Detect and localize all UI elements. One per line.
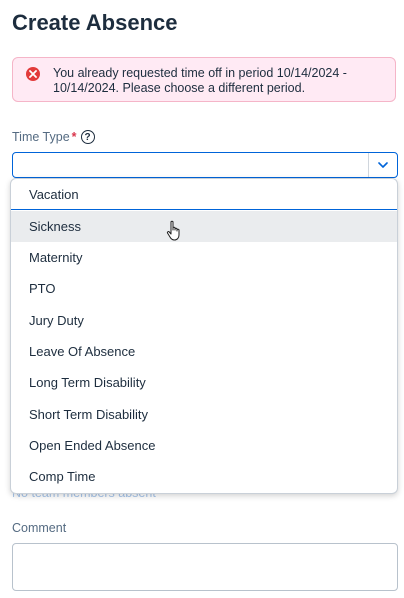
option-pto[interactable]: PTO bbox=[11, 273, 397, 304]
chevron-down-icon bbox=[378, 162, 388, 168]
time-type-select[interactable] bbox=[12, 152, 398, 178]
error-message-strip: You already requested time off in period… bbox=[12, 57, 396, 102]
option-open-ended-absence[interactable]: Open Ended Absence bbox=[11, 430, 397, 461]
option-maternity[interactable]: Maternity bbox=[11, 242, 397, 273]
option-vacation[interactable]: Vacation bbox=[11, 179, 397, 210]
hand-pointer-cursor-icon bbox=[166, 220, 180, 241]
option-jury-duty[interactable]: Jury Duty bbox=[11, 305, 397, 336]
time-type-dropdown-list: Vacation Sickness Maternity PTO Jury Dut… bbox=[10, 178, 398, 494]
time-type-label-text: Time Type bbox=[12, 130, 70, 144]
time-type-label: Time Type * ? bbox=[12, 130, 95, 144]
dropdown-toggle-button[interactable] bbox=[368, 153, 397, 177]
option-sickness[interactable]: Sickness bbox=[11, 211, 397, 242]
comment-label: Comment bbox=[12, 521, 67, 535]
required-marker: * bbox=[71, 130, 77, 144]
error-message-text: You already requested time off in period… bbox=[53, 66, 347, 95]
option-short-term-disability[interactable]: Short Term Disability bbox=[11, 399, 397, 430]
page-title: Create Absence bbox=[12, 10, 178, 35]
error-x-icon bbox=[26, 67, 40, 81]
option-leave-of-absence[interactable]: Leave Of Absence bbox=[11, 336, 397, 367]
help-question-icon[interactable]: ? bbox=[80, 130, 95, 144]
option-comp-time[interactable]: Comp Time bbox=[11, 461, 397, 492]
comment-input[interactable] bbox=[12, 543, 398, 591]
option-long-term-disability[interactable]: Long Term Disability bbox=[11, 367, 397, 398]
